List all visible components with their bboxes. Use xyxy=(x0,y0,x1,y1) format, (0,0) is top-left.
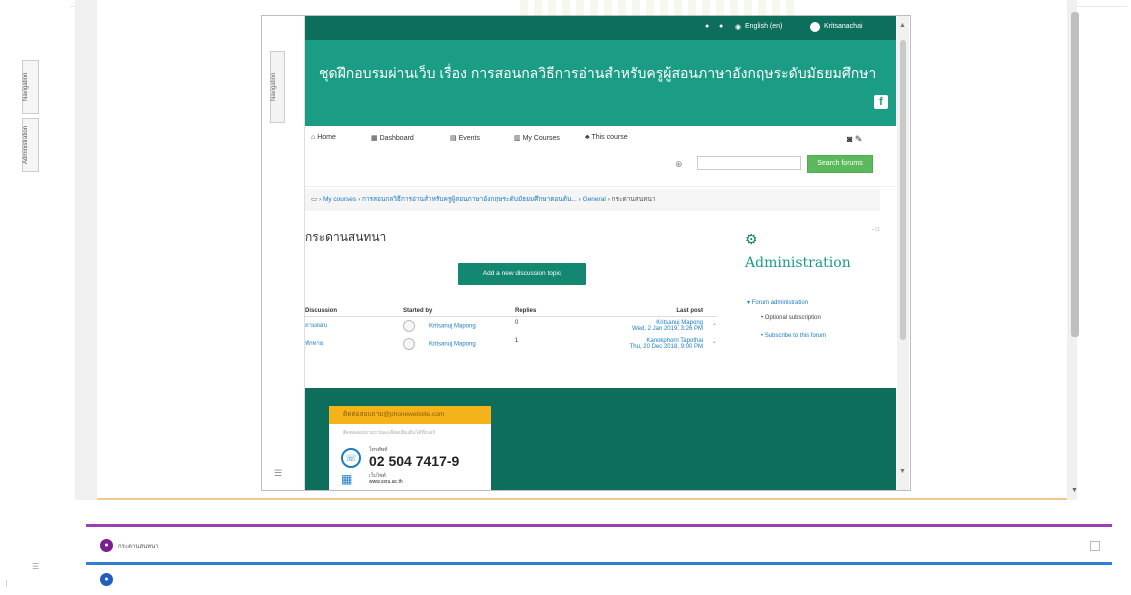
dashboard-icon: ▦ xyxy=(371,135,380,142)
scroll-down-icon[interactable]: ▼ xyxy=(899,468,906,475)
chat-icon[interactable]: ● xyxy=(719,23,723,30)
starter-link[interactable]: Kritsanuj Mapong xyxy=(429,324,476,330)
forum-administration-link[interactable]: ▾ Forum administration xyxy=(747,299,808,306)
administration-heading: Administration xyxy=(745,255,851,271)
page-title: กระดานสนทนา xyxy=(305,230,387,244)
user-avatar[interactable] xyxy=(810,22,820,32)
course-section-next: ● xyxy=(86,562,1112,595)
section-activity-link[interactable]: กระดานสนทนา xyxy=(118,541,159,551)
starter-link[interactable]: Kritsanuj Mapong xyxy=(429,342,476,348)
nav-this-course[interactable]: ♣ This course xyxy=(585,134,628,141)
outer-scrollbar[interactable] xyxy=(1071,12,1079,337)
footer: ติดต่อสอบถาม@phonewebsite.com ติดต่อสอบถ… xyxy=(305,388,896,490)
breadcrumb-my-courses[interactable]: My courses xyxy=(323,196,356,203)
col-started-by: Started by xyxy=(403,306,515,317)
course-section-forum: ● กระดานสนทนา xyxy=(86,524,1112,557)
contact-card-header[interactable]: ติดต่อสอบถาม@phonewebsite.com xyxy=(329,406,491,424)
discussion-link[interactable]: ทักทาย xyxy=(305,335,403,353)
moodle-topbar: ● ● ◉ English (en) Kritsanachai xyxy=(305,16,896,40)
add-discussion-button[interactable]: Add a new discussion topic xyxy=(458,263,586,285)
nav-my-courses[interactable]: ▥ My Courses xyxy=(514,134,560,142)
row-menu-icon[interactable]: ⌄ xyxy=(703,335,717,353)
forum-activity-icon: ● xyxy=(100,539,113,552)
user-menu[interactable]: Kritsanachai xyxy=(824,23,863,30)
embedded-moodle-frame: Navigation ☰ ● ● ◉ English (en) Kritsana… xyxy=(261,15,911,491)
gears-icon: ⚙ xyxy=(745,231,758,247)
completion-checkbox[interactable] xyxy=(1090,541,1100,551)
bell-icon[interactable]: ● xyxy=(705,23,709,30)
avatar xyxy=(403,338,415,350)
frame-scrollbar[interactable]: ▲ ▼ xyxy=(897,16,909,490)
nav-dashboard[interactable]: ▦ Dashboard xyxy=(371,134,414,142)
reply-count: 1 xyxy=(515,338,519,344)
facebook-icon[interactable]: f xyxy=(874,95,888,109)
main-navbar: ⌂ Home ▦ Dashboard ▤ Events ▥ My Courses… xyxy=(305,126,896,187)
contact-subline: ติดต่อสอบถามรายละเอียดเพิ่มเติมได้ที่เบอ… xyxy=(343,430,436,436)
breadcrumb-general[interactable]: General xyxy=(583,196,606,203)
discussion-link[interactable]: ถามตอบ xyxy=(305,317,403,336)
nav-home[interactable]: ⌂ Home xyxy=(311,134,336,141)
breadcrumb-course[interactable]: การสอนกลวิธีการอ่านสำหรับครูผู้สอนภาษาอั… xyxy=(362,196,577,203)
moodle-content: ● ● ◉ English (en) Kritsanachai ชุดฝึกอบ… xyxy=(305,16,896,490)
rail-tab-navigation[interactable]: Navigation xyxy=(22,60,39,114)
row-menu-icon[interactable]: ⌄ xyxy=(703,317,717,336)
course-title: ชุดฝึกอบรมผ่านเว็บ เรื่อง การสอนกลวิธีกา… xyxy=(319,65,877,81)
subscribe-forum-link[interactable]: • Subscribe to this forum xyxy=(761,333,826,339)
left-rail: Navigation Administration xyxy=(0,0,70,580)
frame-navigation-tab[interactable]: Navigation xyxy=(270,51,285,123)
last-post-date[interactable]: Thu, 20 Dec 2018, 9:00 PM xyxy=(575,344,703,350)
avatar xyxy=(403,320,415,332)
search-icon: ⊕ xyxy=(675,159,683,169)
edit-mode-icon[interactable]: ◙ ✎ xyxy=(847,134,862,145)
globe-icon: ◉ xyxy=(735,24,742,31)
course-banner: ชุดฝึกอบรมผ่านเว็บ เรื่อง การสอนกลวิธีกา… xyxy=(305,40,896,126)
discussion-table: Discussion Started by Replies Last post … xyxy=(305,306,717,353)
nav-events[interactable]: ▤ Events xyxy=(450,134,480,142)
col-discussion: Discussion xyxy=(305,306,403,317)
frame-side-panel: Navigation ☰ xyxy=(262,16,305,490)
block-collapse-control[interactable]: - □ xyxy=(872,227,879,233)
reply-count: 0 xyxy=(515,320,519,326)
breadcrumb-current: กระดานสนทนา xyxy=(611,196,656,203)
contact-card: ติดต่อสอบถาม@phonewebsite.com ติดต่อสอบถ… xyxy=(329,406,491,490)
breadcrumb: ▭ › My courses › การสอนกลวิธีการอ่านสำหร… xyxy=(305,189,880,211)
search-forums-button[interactable]: Search forums xyxy=(807,155,873,173)
phone-number: 02 504 7417-9 xyxy=(369,453,460,469)
website-value: www.ssru.ac.th xyxy=(369,479,403,485)
drawer-toggle-icon[interactable]: ☰ xyxy=(32,562,39,571)
language-menu[interactable]: English (en) xyxy=(745,23,782,30)
table-row: ทักทาย Kritsanuj Mapong 1 Kanokphorn Tap… xyxy=(305,335,717,353)
phone-icon: ☏ xyxy=(341,448,361,468)
courses-icon: ▥ xyxy=(514,135,523,142)
building-icon: ▦ xyxy=(341,472,353,486)
calendar-icon: ▤ xyxy=(450,135,459,142)
hamburger-icon[interactable]: ☰ xyxy=(274,468,282,479)
forum-search-input[interactable] xyxy=(697,156,801,170)
folder-icon: ▭ xyxy=(311,196,319,203)
rail-tab-administration[interactable]: Administration xyxy=(22,118,39,172)
last-post-date[interactable]: Wed, 2 Jan 2019, 3:26 PM xyxy=(575,326,703,332)
outer-scroll-down-icon[interactable]: ▼ xyxy=(1071,487,1078,494)
optional-subscription-item[interactable]: • Optional subscription xyxy=(761,315,821,321)
frame-scroll-thumb[interactable] xyxy=(900,40,906,340)
col-replies: Replies xyxy=(515,306,575,317)
scroll-up-icon[interactable]: ▲ xyxy=(899,22,906,29)
table-row: ถามตอบ Kritsanuj Mapong 0 Kritsanuj Mapo… xyxy=(305,317,717,336)
col-last-post: Last post xyxy=(575,306,703,317)
activity-icon: ● xyxy=(100,573,113,586)
